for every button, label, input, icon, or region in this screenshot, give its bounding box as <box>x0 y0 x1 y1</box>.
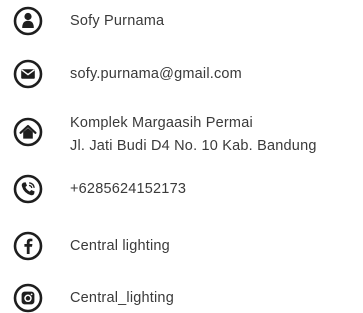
instagram-link[interactable]: Central_lighting <box>70 287 174 309</box>
name-text: Sofy Purnama <box>70 13 165 29</box>
home-icon <box>13 117 43 147</box>
contact-item-email: sofy.purnama@gmail.com <box>0 59 363 89</box>
user-icon <box>13 6 43 36</box>
email-link[interactable]: sofy.purnama@gmail.com <box>70 63 242 85</box>
address-line-1: Komplek Margaasih Permai <box>70 115 253 131</box>
phone-link[interactable]: +6285624152173 <box>70 178 186 200</box>
facebook-link[interactable]: Central lighting <box>70 235 170 257</box>
contact-item-facebook: Central lighting <box>0 231 363 261</box>
phone-icon <box>13 174 43 204</box>
facebook-icon[interactable] <box>13 231 43 261</box>
address-line-2: Jl. Jati Budi D4 No. 10 Kab. Bandung <box>70 138 317 154</box>
contact-item-instagram: Central_lighting <box>0 283 363 313</box>
contact-item-address: Komplek Margaasih Permai Jl. Jati Budi D… <box>0 115 363 165</box>
contact-item-name: Sofy Purnama <box>0 6 363 36</box>
envelope-icon <box>13 59 43 89</box>
instagram-icon[interactable] <box>13 283 43 313</box>
contact-item-phone: +6285624152173 <box>0 174 363 204</box>
